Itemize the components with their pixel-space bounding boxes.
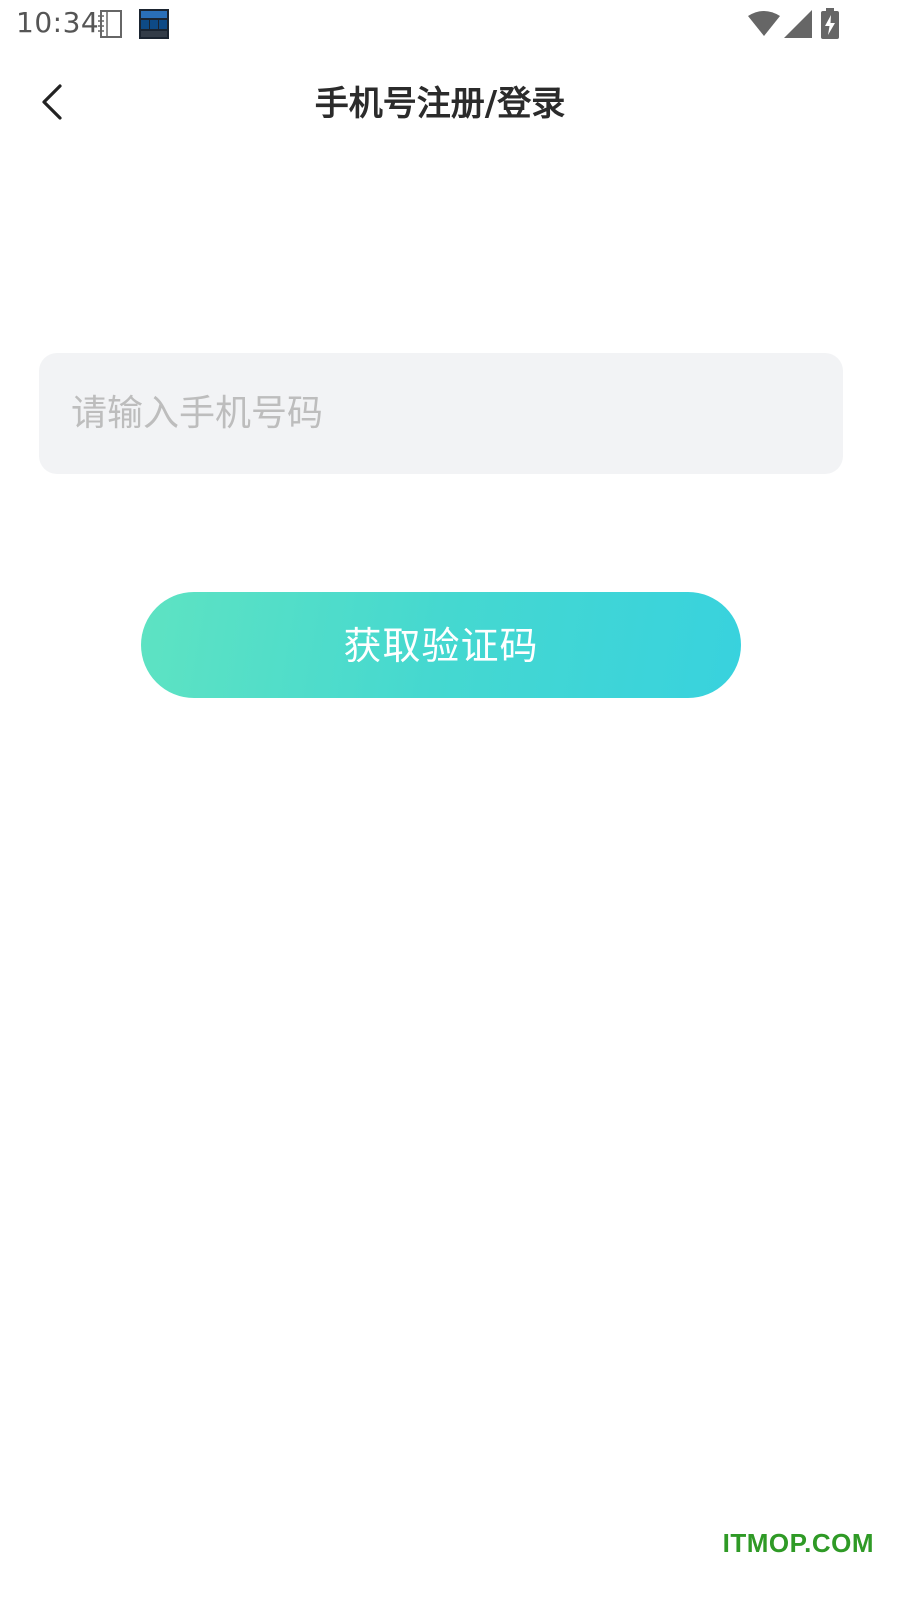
notebook-icon [98,10,122,38]
wifi-icon [748,11,780,36]
phone-input-container [39,353,843,474]
status-right-icons [748,8,840,40]
status-time: 10:34 [16,6,100,39]
page-title: 手机号注册/登录 [314,84,566,124]
phone-number-input[interactable] [39,353,843,474]
battery-charging-icon [821,8,839,39]
get-verification-code-button[interactable]: 获取验证码 [141,592,741,698]
status-bar: 10:34 [0,0,900,48]
signal-icon [784,10,812,38]
app-clock-icon [139,9,169,39]
watermark-logo: ITMOP.COM [722,1528,874,1558]
